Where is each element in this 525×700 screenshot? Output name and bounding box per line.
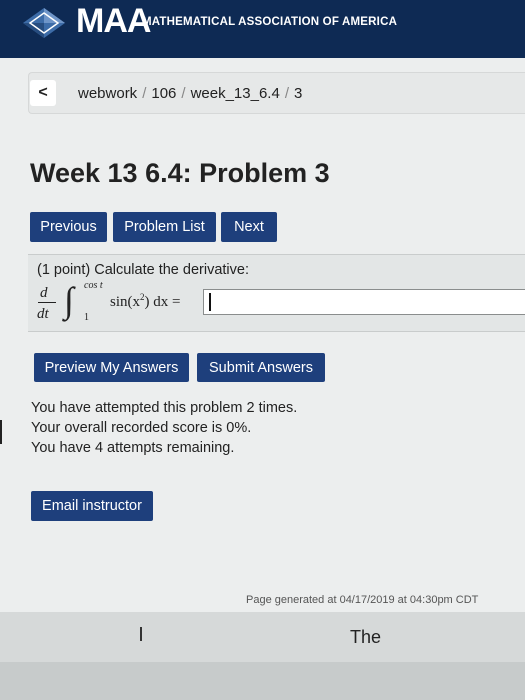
bottom-strip [0,662,525,700]
derivative-numerator: d [40,285,48,301]
preview-answers-button[interactable]: Preview My Answers [34,353,189,382]
breadcrumb-separator: / [181,85,186,102]
organization-name: MATHEMATICAL ASSOCIATION OF AMERICA [142,16,398,28]
recorded-score: Your overall recorded score is 0%. [31,420,252,436]
chevron-left-icon: < [38,84,48,101]
breadcrumb-separator: / [142,85,147,102]
breadcrumb-trail: webwork/106/week_13_6.4/3 [78,85,302,102]
integrand: sin(x2) dx = [110,292,180,311]
answer-input[interactable] [203,289,525,315]
cursor-mark [140,627,142,641]
integrand-function: sin(x [110,294,140,310]
upper-limit: cos t [84,280,103,291]
bottom-bar [0,612,525,662]
previous-button[interactable]: Previous [30,212,107,242]
breadcrumb-item-course[interactable]: 106 [151,85,176,102]
derivative-denominator: dt [37,306,49,322]
integrand-end: ) dx = [144,294,181,310]
breadcrumb-item-webwork[interactable]: webwork [78,85,137,102]
site-header: MAA MATHEMATICAL ASSOCIATION OF AMERICA [0,0,525,58]
page-title: Week 13 6.4: Problem 3 [30,158,330,188]
text-caret [209,293,211,311]
back-button[interactable]: < [30,80,56,106]
breadcrumb-item-set[interactable]: week_13_6.4 [191,85,280,102]
diamond-logo-icon [23,8,65,38]
lower-limit: 1 [84,312,89,323]
page-generated-timestamp: Page generated at 04/17/2019 at 04:30pm … [246,594,479,606]
next-button[interactable]: Next [221,212,277,242]
problem-prompt: (1 point) Calculate the derivative: [37,262,249,278]
attempts-count: You have attempted this problem 2 times. [31,400,298,416]
submit-answers-button[interactable]: Submit Answers [197,353,325,382]
edge-marker [0,420,2,444]
fraction-bar [38,302,56,303]
breadcrumb-item-problem: 3 [293,85,303,102]
problem-list-button[interactable]: Problem List [113,212,216,242]
attempts-remaining: You have 4 attempts remaining. [31,440,235,456]
bottom-text: The [350,627,382,647]
maa-logo-text[interactable]: MAA [76,2,151,41]
breadcrumb-separator: / [284,85,289,102]
email-instructor-button[interactable]: Email instructor [31,491,153,521]
integral-sign: ∫ [64,280,74,320]
